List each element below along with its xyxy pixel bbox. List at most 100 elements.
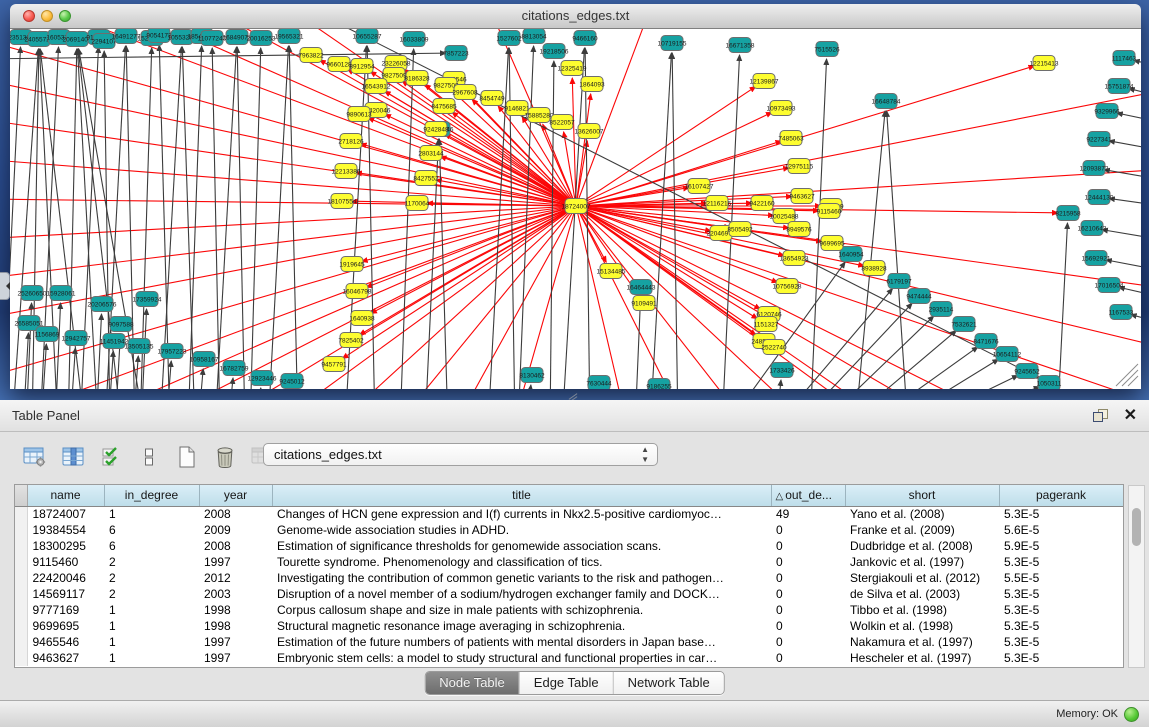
graph-node[interactable]: 2718126 — [338, 134, 364, 149]
graph-node[interactable]: 1151327 — [754, 317, 779, 332]
table-cell[interactable]: Genome-wide association studies in ADHD. — [272, 522, 771, 538]
graph-node[interactable]: 1170064 — [405, 196, 430, 211]
table-cell[interactable]: 0 — [771, 522, 845, 538]
graph-node[interactable]: 9245012 — [279, 374, 305, 389]
graph-node[interactable]: 12325419 — [558, 61, 587, 76]
table-cell[interactable]: Embryonic stem cells: a model to study s… — [272, 650, 771, 666]
graph-node[interactable]: 13654923 — [780, 251, 809, 266]
table-cell[interactable]: 5.3E-5 — [999, 586, 1123, 602]
zoom-window-button[interactable] — [59, 10, 71, 22]
table-row[interactable]: 1872400712008Changes of HCN gene express… — [15, 506, 1123, 522]
graph-node[interactable]: 1117463 — [1112, 51, 1137, 66]
graph-node[interactable]: 8427552 — [413, 171, 439, 186]
delete-column-button[interactable] — [212, 444, 238, 470]
graph-node[interactable]: 15692921 — [1082, 251, 1111, 266]
table-cell[interactable]: 0 — [771, 634, 845, 650]
graph-node[interactable]: 8471676 — [973, 334, 999, 349]
table-cell[interactable]: Yano et al. (2008) — [845, 506, 999, 522]
table-cell[interactable]: 0 — [771, 554, 845, 570]
table-cell[interactable]: 2003 — [199, 586, 272, 602]
graph-node[interactable]: 15751874 — [1105, 79, 1134, 94]
table-cell[interactable]: Investigating the contribution of common… — [272, 570, 771, 586]
graph-node[interactable]: 16046798 — [343, 284, 372, 299]
tab-network-table[interactable]: Network Table — [613, 672, 724, 694]
table-cell[interactable]: 1997 — [199, 634, 272, 650]
graph-node[interactable]: 16782759 — [220, 361, 249, 376]
column-header-year[interactable]: year — [199, 485, 272, 506]
column-header-in_degree[interactable]: in_degree — [104, 485, 199, 506]
table-cell[interactable]: Stergiakouli et al. (2012) — [845, 570, 999, 586]
graph-node[interactable]: 13626007 — [575, 124, 604, 139]
row-height-button[interactable] — [136, 444, 162, 470]
column-header-short[interactable]: short — [845, 485, 999, 506]
graph-node[interactable]: 12215413 — [1030, 56, 1059, 71]
table-row[interactable]: 1830029562008Estimation of significance … — [15, 538, 1123, 554]
column-header-pagerank[interactable]: pagerank — [999, 485, 1123, 506]
graph-node[interactable]: 7515526 — [814, 42, 840, 57]
graph-node[interactable]: 9242848 — [423, 122, 449, 137]
graph-node[interactable]: 19565321 — [275, 29, 304, 44]
graph-node[interactable]: 10654112 — [993, 347, 1022, 362]
table-cell[interactable]: 18300295 — [27, 538, 104, 554]
graph-node[interactable]: 10756928 — [773, 279, 802, 294]
column-visibility-button[interactable] — [60, 444, 86, 470]
graph-node[interactable]: 9186255 — [646, 379, 672, 390]
network-graph[interactable]: 2351304240557241605376206914069104646229… — [10, 29, 1141, 389]
table-cell[interactable]: 9777169 — [27, 602, 104, 618]
table-row[interactable]: 1938455462009Genome-wide association stu… — [15, 522, 1123, 538]
table-row[interactable]: 977716911998Corpus callosum shape and si… — [15, 602, 1123, 618]
graph-node[interactable]: 16464443 — [627, 280, 656, 295]
table-cell[interactable]: 18724007 — [27, 506, 104, 522]
table-cell[interactable]: Hescheler et al. (1997) — [845, 650, 999, 666]
table-cell[interactable]: 0 — [771, 618, 845, 634]
graph-node[interactable]: 7532621 — [951, 317, 977, 332]
graph-node[interactable]: 9227341 — [1086, 132, 1112, 147]
network-window-titlebar[interactable]: citations_edges.txt — [10, 4, 1141, 29]
graph-node[interactable]: 7825402 — [338, 333, 364, 348]
table-cell[interactable]: Estimation of significance thresholds fo… — [272, 538, 771, 554]
graph-node[interactable]: 10973493 — [767, 101, 796, 116]
table-cell[interactable]: Dudbridge et al. (2008) — [845, 538, 999, 554]
graph-node[interactable]: 8813054 — [521, 29, 547, 44]
graph-node[interactable]: 16491277 — [112, 29, 141, 44]
graph-node[interactable]: 8505492 — [727, 222, 753, 237]
table-cell[interactable]: 5.6E-5 — [999, 522, 1123, 538]
graph-node[interactable]: 12213386 — [332, 164, 361, 179]
table-cell[interactable]: 1 — [104, 506, 199, 522]
graph-node[interactable]: 8522057 — [549, 115, 575, 130]
float-panel-icon[interactable] — [1093, 409, 1108, 422]
create-column-button[interactable] — [174, 444, 200, 470]
graph-node[interactable]: 2967608 — [452, 85, 478, 100]
table-cell[interactable]: 2 — [104, 554, 199, 570]
table-cell[interactable]: Tibbo et al. (1998) — [845, 602, 999, 618]
graph-node[interactable]: 16210643 — [1078, 221, 1107, 236]
graph-node[interactable]: 16648784 — [872, 94, 901, 109]
graph-node[interactable]: 10958167 — [190, 352, 219, 367]
graph-node[interactable]: 9699695 — [819, 236, 845, 251]
table-cell[interactable]: 5.3E-5 — [999, 618, 1123, 634]
network-canvas[interactable]: 2351304240557241605376206914069104646229… — [10, 29, 1141, 389]
table-scrollbar[interactable] — [1128, 485, 1145, 668]
table-cell[interactable]: 19384554 — [27, 522, 104, 538]
graph-node[interactable]: 12923446 — [248, 371, 277, 386]
column-header-title[interactable]: title — [272, 485, 771, 506]
table-cell[interactable]: 9115460 — [27, 554, 104, 570]
graph-node[interactable]: 8912954 — [349, 59, 375, 74]
graph-node[interactable]: 18107554 — [328, 194, 357, 209]
graph-node[interactable]: 1167533 — [1109, 305, 1134, 320]
graph-node[interactable]: 12139867 — [750, 74, 779, 89]
graph-node[interactable]: 8454749 — [479, 91, 505, 106]
table-cell[interactable]: 5.3E-5 — [999, 554, 1123, 570]
column-header-name[interactable]: name — [27, 485, 104, 506]
graph-node[interactable]: 17957223 — [158, 344, 187, 359]
graph-node[interactable]: 20016253 — [247, 31, 276, 46]
graph-node[interactable]: 2935114 — [929, 302, 954, 317]
graph-node[interactable]: 1640938 — [349, 311, 375, 326]
graph-node[interactable]: 1864093 — [579, 77, 605, 92]
column-header-out_de[interactable]: △out_de... — [771, 485, 845, 506]
graph-node[interactable]: 1050311 — [1037, 376, 1062, 390]
table-cell[interactable]: 0 — [771, 570, 845, 586]
control-panel-collapse-handle[interactable] — [0, 272, 10, 300]
table-cell[interactable]: 2008 — [199, 506, 272, 522]
minimize-window-button[interactable] — [41, 10, 53, 22]
